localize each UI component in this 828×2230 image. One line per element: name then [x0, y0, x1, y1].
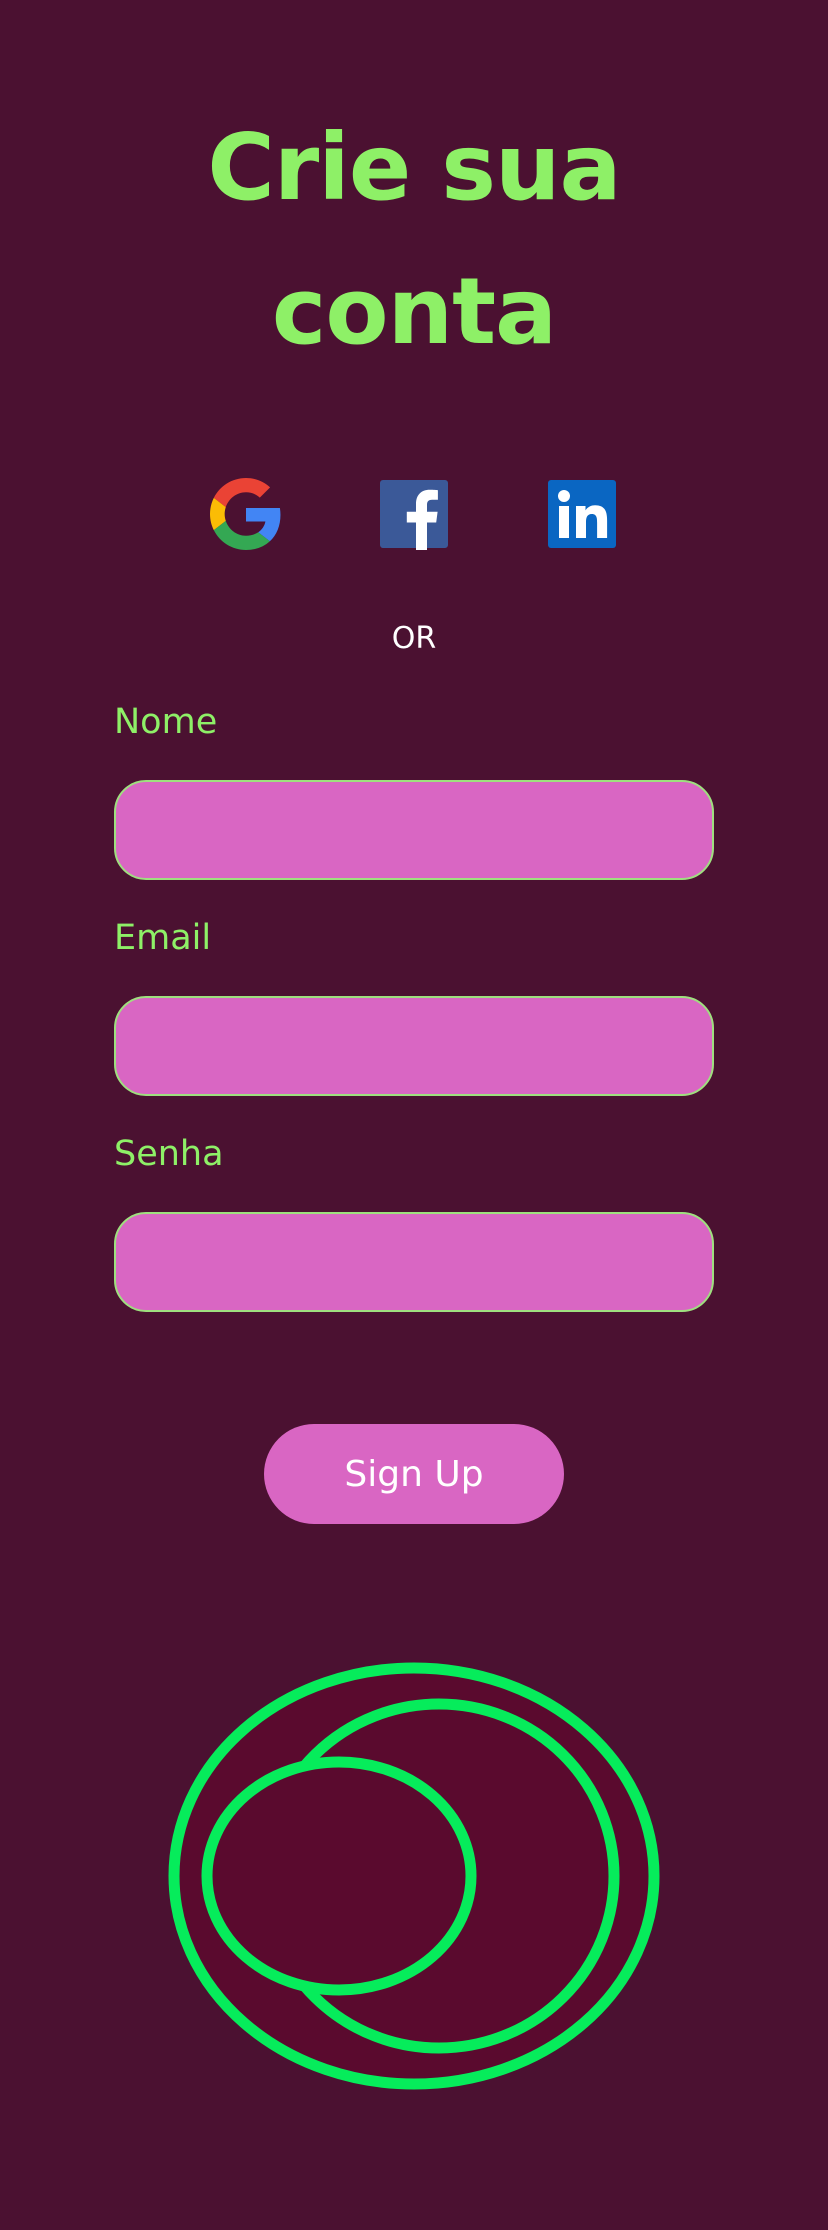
name-field[interactable]	[114, 780, 714, 880]
sign-up-button[interactable]: Sign Up	[264, 1424, 564, 1524]
facebook-login-button[interactable]	[378, 478, 450, 550]
facebook-icon	[380, 480, 448, 550]
rings-logo-icon	[168, 1662, 660, 2090]
google-login-button[interactable]	[210, 478, 282, 550]
page-title-line-2: conta	[271, 258, 557, 365]
page-title-line-1: Crie sua	[207, 114, 621, 221]
linkedin-icon	[548, 480, 616, 548]
password-field[interactable]	[114, 1212, 714, 1312]
or-divider: OR	[391, 621, 437, 656]
name-label: Nome	[114, 702, 218, 742]
email-field[interactable]	[114, 996, 714, 1096]
email-label: Email	[114, 918, 212, 958]
linkedin-login-button[interactable]	[546, 478, 618, 550]
social-login-row	[0, 478, 828, 550]
password-label: Senha	[114, 1134, 224, 1174]
page-title: Crie sua conta	[0, 96, 828, 384]
google-icon	[210, 478, 281, 550]
